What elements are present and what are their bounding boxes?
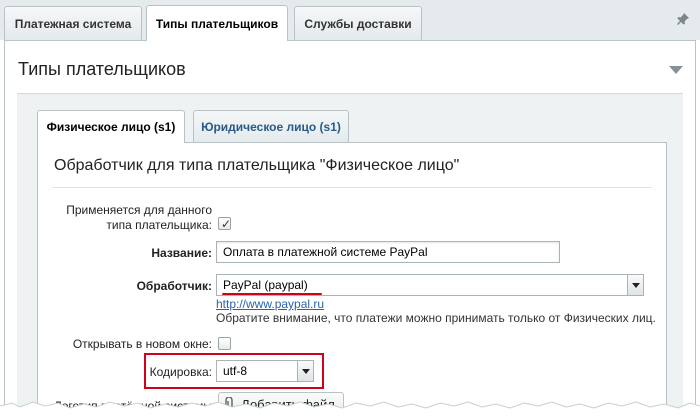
name-input[interactable]: Оплата в платежной системе PayPal <box>216 241 560 263</box>
chevron-down-icon[interactable] <box>297 361 313 381</box>
handler-red-underline <box>222 293 322 295</box>
collapse-triangle-icon[interactable] <box>669 66 683 74</box>
payer-types-panel: Типы плательщиков Физическое лицо (s1) Ю… <box>4 40 696 420</box>
tab-payment-system[interactable]: Платежная система <box>4 6 142 40</box>
handler-select-value: PayPal (paypal) <box>223 278 308 292</box>
encoding-select[interactable]: utf-8 <box>216 360 314 382</box>
checkmark-icon: ✓ <box>221 217 232 231</box>
payer-type-tabs-area: Физическое лицо (s1) Юридическое лицо (s… <box>17 93 683 420</box>
tab-individual[interactable]: Физическое лицо (s1) <box>37 110 185 143</box>
new-window-checkbox[interactable] <box>218 337 231 350</box>
name-label: Название: <box>151 246 212 260</box>
torn-edge-decoration <box>0 401 700 420</box>
pin-icon[interactable] <box>676 12 690 26</box>
handler-label: Обработчик: <box>136 279 212 293</box>
top-tab-bar: Платежная система Типы плательщиков Служ… <box>0 0 700 41</box>
encoding-select-value: utf-8 <box>223 364 248 378</box>
applies-checkbox[interactable]: ✓ <box>218 217 232 231</box>
tab-legal-entity[interactable]: Юридическое лицо (s1) <box>193 110 349 142</box>
panel-title: Типы плательщиков <box>18 59 186 79</box>
chevron-down-icon[interactable] <box>627 275 643 295</box>
section-title: Обработчик для типа плательщика "Физичес… <box>54 157 460 174</box>
handler-form: Обработчик для типа плательщика "Физичес… <box>37 142 667 420</box>
applies-label-line1: Применяется для данного <box>66 203 212 217</box>
encoding-label: Кодировка: <box>149 365 212 379</box>
tab-payer-types[interactable]: Типы плательщиков <box>146 5 288 41</box>
tab-delivery-services[interactable]: Службы доставки <box>294 6 422 40</box>
paypal-link[interactable]: http://www.paypal.ru <box>216 297 324 311</box>
handler-note: Обратите внимание, что платежи можно при… <box>216 311 656 325</box>
section-divider <box>52 187 652 188</box>
applies-label-line2: типа плательщика: <box>106 218 212 232</box>
new-window-label: Открывать в новом окне: <box>72 337 212 351</box>
